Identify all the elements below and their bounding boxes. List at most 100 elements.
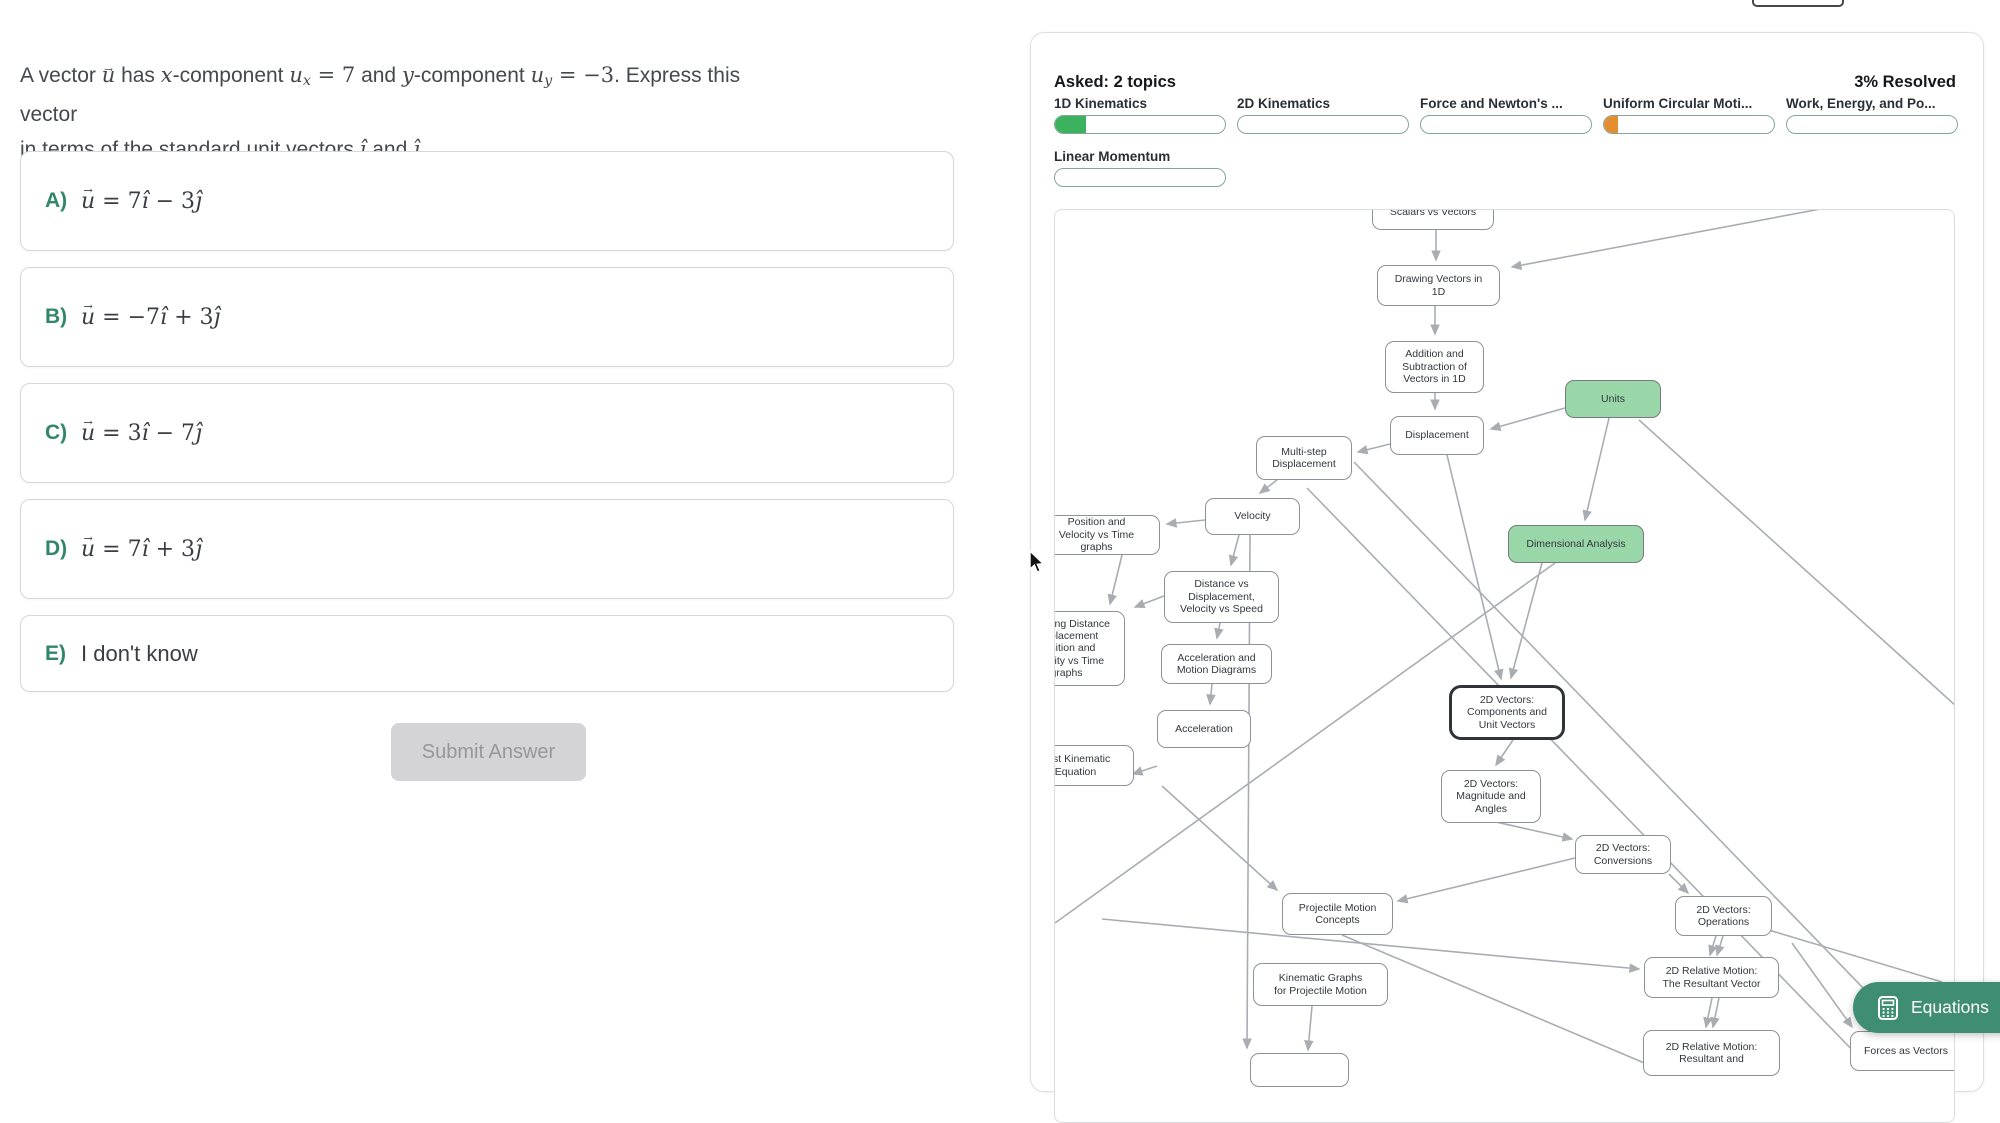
text-segment: u (531, 63, 545, 87)
concept-map-edge (1133, 766, 1157, 774)
mouse-cursor (1027, 549, 1049, 575)
graph-node-addition-subtraction-1d[interactable]: Addition and Subtraction of Vectors in 1… (1385, 341, 1484, 393)
graph-node-distance-vs-displacement[interactable]: Distance vs Displacement, Velocity vs Sp… (1164, 571, 1279, 623)
text-segment: ĵ (214, 305, 221, 330)
topic-progress-1d-kinematics[interactable]: 1D Kinematics (1054, 96, 1226, 134)
concept-map-edge (1710, 936, 1716, 955)
equations-button[interactable]: Equations (1853, 982, 2000, 1033)
graph-node-displacement[interactable]: Displacement (1390, 416, 1484, 455)
text-segment: x (303, 73, 311, 89)
concept-map-edge (1260, 480, 1277, 493)
graph-node-graphing-distance-graphs[interactable]: Graphing Distance Displacement Position … (1054, 611, 1125, 686)
text-segment: -component (414, 64, 531, 87)
graph-node-bottom-clipped-node[interactable] (1250, 1053, 1349, 1087)
concept-map-edge (1358, 444, 1390, 452)
text-segment: I don't know (81, 641, 198, 666)
text-segment: u (102, 58, 116, 92)
answer-option-a[interactable]: A)u = 7î − 3ĵ (20, 151, 954, 251)
graph-node-units[interactable]: Units (1565, 380, 1661, 418)
question-line-1: A vector u has x-component ux = 7 and y-… (20, 58, 760, 132)
concept-map-edge (1162, 786, 1277, 890)
calculator-icon (1877, 995, 1899, 1021)
text-segment: u (81, 421, 95, 446)
graph-node-2d-vectors-conversions[interactable]: 2D Vectors: Conversions (1575, 835, 1671, 874)
option-letter: C) (45, 421, 81, 445)
concept-map-edge (1713, 998, 1719, 1027)
topic-progress-work-energy-and-po-[interactable]: Work, Energy, and Po... (1786, 96, 1958, 134)
concept-map-edge (1792, 943, 1852, 1027)
topic-progress-2d-kinematics[interactable]: 2D Kinematics (1237, 96, 1409, 134)
graph-node-dimensional-analysis[interactable]: Dimensional Analysis (1508, 525, 1644, 563)
option-content: u = 7î + 3ĵ (81, 536, 202, 562)
text-segment: î (142, 537, 149, 562)
answer-option-c[interactable]: C)u = 3î − 7ĵ (20, 383, 954, 483)
topic-label: Work, Energy, and Po... (1786, 96, 1964, 111)
submit-answer-button[interactable]: Submit Answer (391, 723, 586, 781)
topics-panel: Asked: 2 topics 3% Resolved 1D Kinematic… (1030, 32, 1984, 1092)
concept-map-edge (1511, 563, 1542, 678)
answer-option-e[interactable]: E)I don't know (20, 615, 954, 692)
graph-node-2d-vectors-operations[interactable]: 2D Vectors: Operations (1675, 896, 1772, 936)
concept-map-edge (1210, 684, 1212, 704)
graph-node-drawing-vectors-1d[interactable]: Drawing Vectors in 1D (1377, 265, 1500, 306)
text-segment: = 7 (311, 63, 355, 87)
topic-progress-linear-momentum[interactable]: Linear Momentum (1054, 149, 1226, 187)
text-segment: = −7 (95, 305, 160, 330)
graph-node-2d-relative-resultant-vector[interactable]: 2D Relative Motion: The Resultant Vector (1644, 957, 1779, 998)
option-content: u = 3î − 7ĵ (81, 420, 202, 446)
graph-node-acceleration[interactable]: Acceleration (1157, 710, 1251, 748)
resolved-percentage-label: 3% Resolved (1854, 73, 1956, 92)
concept-map-edge (1110, 555, 1122, 604)
concept-map-edge (1167, 520, 1205, 524)
topic-progress-bar (1420, 115, 1592, 134)
graph-node-first-kinematic-equation[interactable]: First Kinematic Equation (1054, 745, 1134, 786)
option-letter: E) (45, 642, 81, 666)
text-segment: y (544, 73, 552, 89)
graph-node-2d-vectors-magnitude[interactable]: 2D Vectors: Magnitude and Angles (1441, 770, 1541, 823)
topic-progress-bar (1054, 115, 1226, 134)
topic-progress-bar (1054, 168, 1226, 187)
option-content: u = −7î + 3ĵ (81, 304, 220, 330)
topic-label: Force and Newton's ... (1420, 96, 1598, 111)
graph-node-2d-vectors-components[interactable]: 2D Vectors: Components and Unit Vectors (1449, 685, 1565, 740)
concept-map-edge (1055, 563, 1555, 923)
text-segment: − 7 (149, 421, 195, 446)
graph-node-kinematic-graphs-projectile[interactable]: Kinematic Graphs for Projectile Motion (1253, 963, 1388, 1006)
text-segment: î (142, 421, 149, 446)
text-segment: -component (173, 64, 290, 87)
concept-map-edge (1398, 858, 1575, 901)
text-segment: and (355, 64, 402, 87)
text-segment: y (402, 63, 414, 87)
topic-progress-fill (1055, 116, 1086, 133)
topic-progress-uniform-circular-moti-[interactable]: Uniform Circular Moti... (1603, 96, 1775, 134)
text-segment: u (81, 537, 95, 562)
concept-map-edge (1217, 623, 1220, 638)
answer-option-b[interactable]: B)u = −7î + 3ĵ (20, 267, 954, 367)
text-segment: − 3 (149, 189, 195, 214)
option-letter: D) (45, 537, 81, 561)
graph-node-scalars-vs-vectors[interactable]: Scalars vs Vectors (1372, 209, 1494, 230)
topic-label: Linear Momentum (1054, 149, 1232, 164)
graph-node-projectile-motion-concepts[interactable]: Projectile Motion Concepts (1282, 893, 1393, 935)
concept-map-edge (1639, 420, 1955, 706)
concept-map-edge (1496, 740, 1513, 765)
graph-node-acceleration-motion-diagrams[interactable]: Acceleration and Motion Diagrams (1161, 644, 1272, 684)
text-segment: + 3 (167, 305, 213, 330)
text-segment: = 7 (95, 189, 141, 214)
graph-node-velocity[interactable]: Velocity (1205, 498, 1300, 535)
text-segment: u (81, 305, 95, 330)
topic-progress-force-and-newton-s-[interactable]: Force and Newton's ... (1420, 96, 1592, 134)
graph-node-forces-as-vectors[interactable]: Forces as Vectors (1850, 1031, 1955, 1071)
graph-node-2d-relative-resultant-and[interactable]: 2D Relative Motion: Resultant and (1643, 1030, 1780, 1076)
graph-node-multi-step-displacement[interactable]: Multi-step Displacement (1256, 436, 1352, 480)
answer-option-d[interactable]: D)u = 7î + 3ĵ (20, 499, 954, 599)
text-segment: u (289, 63, 303, 87)
top-cut-button[interactable] (1752, 0, 1844, 7)
app-root: { "question": { "line1": [ {"t":"A vecto… (0, 0, 2000, 1061)
graph-node-position-velocity-time-graphs[interactable]: Position and Velocity vs Time graphs (1054, 515, 1160, 555)
concept-map-edge (1308, 1006, 1312, 1050)
topic-progress-fill (1604, 116, 1618, 133)
option-letter: B) (45, 305, 81, 329)
concept-map-edge (1342, 935, 1656, 1068)
topic-progress-bar (1237, 115, 1409, 134)
